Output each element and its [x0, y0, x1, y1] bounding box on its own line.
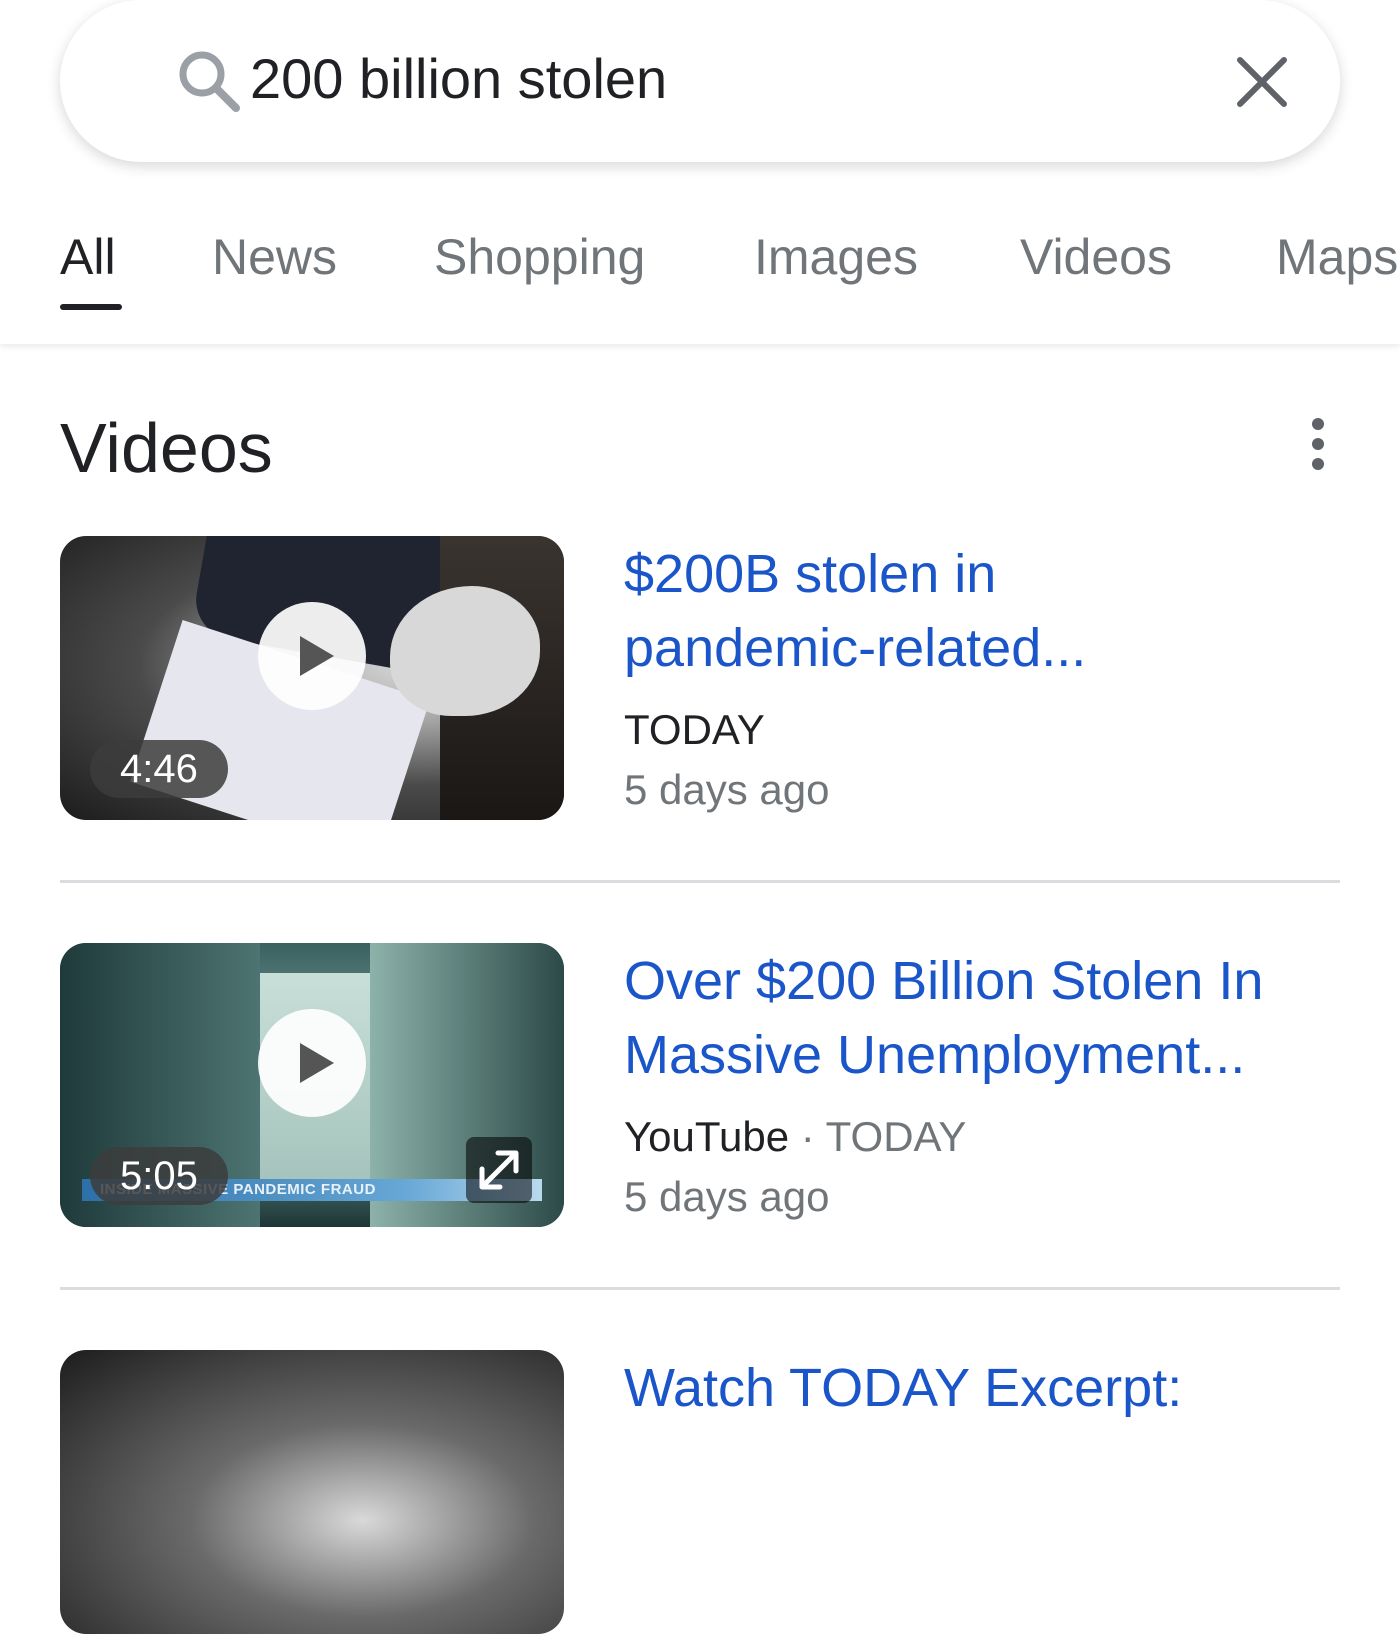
video-title[interactable]: Over $200 Billion Stolen In — [624, 943, 1263, 1019]
publisher-name: TODAY — [825, 1113, 967, 1160]
tab-videos[interactable]: Videos — [1020, 228, 1172, 286]
video-age: 5 days ago — [624, 1173, 830, 1220]
search-tabs: All News Shopping Images Videos Maps — [0, 220, 1400, 320]
expand-icon[interactable] — [466, 1137, 532, 1203]
video-result[interactable]: Watch TODAY Excerpt: — [0, 1350, 1400, 1650]
active-tab-indicator — [60, 304, 122, 310]
tab-news[interactable]: News — [212, 228, 337, 286]
source-name: YouTube — [624, 1113, 790, 1160]
close-icon[interactable] — [1232, 52, 1292, 112]
video-result[interactable]: 4:46 $200B stolen in pandemic-related...… — [0, 536, 1400, 836]
tab-shopping[interactable]: Shopping — [434, 228, 645, 286]
search-input[interactable]: 200 billion stolen — [250, 46, 667, 111]
video-age: 5 days ago — [624, 766, 830, 813]
more-vert-icon[interactable] — [1300, 416, 1336, 472]
divider — [60, 1287, 1340, 1290]
search-icon[interactable] — [172, 44, 244, 116]
video-title-line2[interactable]: Massive Unemployment... — [624, 1017, 1245, 1093]
video-result[interactable]: INSIDE MASSIVE PANDEMIC FRAUD 5:05 Over … — [0, 943, 1400, 1243]
header: 200 billion stolen All News Shopping Ima… — [0, 0, 1400, 344]
video-title[interactable]: Watch TODAY Excerpt: — [624, 1350, 1182, 1426]
play-icon[interactable] — [258, 602, 366, 710]
play-icon[interactable] — [258, 1009, 366, 1117]
source-name: TODAY — [624, 706, 765, 753]
source-separator: · — [800, 1113, 815, 1160]
video-thumbnail[interactable] — [60, 1350, 564, 1634]
tab-images[interactable]: Images — [754, 228, 918, 286]
section-title: Videos — [60, 409, 273, 487]
tab-maps[interactable]: Maps — [1276, 228, 1398, 286]
video-thumbnail[interactable]: INSIDE MASSIVE PANDEMIC FRAUD 5:05 — [60, 943, 564, 1227]
video-source: TODAY — [624, 706, 765, 754]
video-title[interactable]: $200B stolen in — [624, 536, 996, 612]
video-thumbnail[interactable]: 4:46 — [60, 536, 564, 820]
duration-badge: 5:05 — [90, 1147, 228, 1205]
tab-all[interactable]: All — [60, 228, 116, 286]
divider — [60, 880, 1340, 883]
video-source: YouTube · TODAY — [624, 1113, 966, 1161]
video-title-line2[interactable]: pandemic-related... — [624, 610, 1086, 686]
search-bar[interactable]: 200 billion stolen — [60, 0, 1340, 162]
duration-badge: 4:46 — [90, 740, 228, 798]
